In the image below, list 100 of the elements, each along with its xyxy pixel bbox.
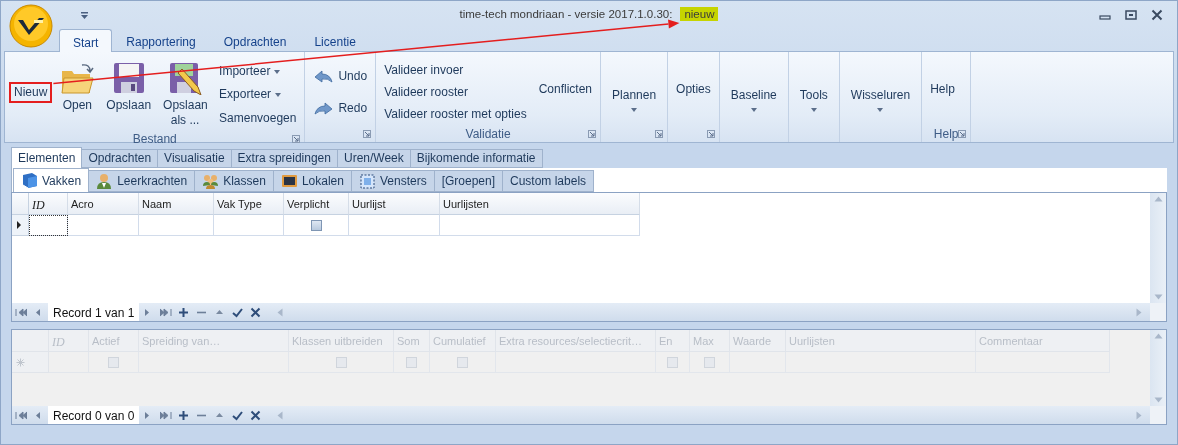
- record-counter: Record 1 van 1: [48, 303, 140, 321]
- ribbon-tab[interactable]: Opdrachten: [209, 29, 301, 51]
- tab[interactable]: Vensters: [351, 170, 435, 192]
- caret-icon: [275, 93, 282, 97]
- data-grid[interactable]: ID Acro Naam Vak Type Verplicht Uurlijst Uurlijsten Record 1 van 1: [11, 192, 1167, 322]
- close-icon[interactable]: [1151, 9, 1163, 21]
- table-cell[interactable]: [139, 215, 214, 236]
- last-icon[interactable]: [160, 306, 173, 318]
- dropdown-button[interactable]: Wisseluren: [843, 54, 918, 125]
- ribbon-button[interactable]: Nieuw: [9, 81, 53, 103]
- tab[interactable]: Custom labels: [503, 170, 595, 192]
- column-header[interactable]: Naam: [139, 193, 214, 215]
- ribbon-button[interactable]: Valideer invoer: [380, 61, 531, 81]
- first-icon[interactable]: [15, 306, 27, 318]
- highlighted-text: nieuw: [680, 7, 719, 21]
- dropdown-button[interactable]: Baseline: [723, 54, 784, 125]
- tab[interactable]: Leerkrachten: [89, 170, 196, 192]
- last-icon[interactable]: [160, 409, 173, 421]
- table-cell[interactable]: [284, 215, 349, 236]
- floppy-pencil-icon: [168, 61, 203, 95]
- checkbox[interactable]: [310, 219, 322, 231]
- check-icon[interactable]: [232, 409, 245, 421]
- table-cell[interactable]: [68, 215, 139, 236]
- logo-icon[interactable]: [9, 4, 53, 48]
- book-icon: [21, 172, 38, 189]
- ribbon-tab[interactable]: Rapportering: [112, 29, 210, 51]
- ribbon-button[interactable]: Valideer rooster met opties: [380, 104, 531, 124]
- ribbon-button[interactable]: Samenvoegen: [215, 108, 301, 128]
- first-icon[interactable]: [15, 409, 27, 421]
- tab[interactable]: Lokalen: [273, 170, 352, 192]
- person-icon: [96, 172, 114, 190]
- check-icon[interactable]: [232, 306, 245, 318]
- launcher-icon[interactable]: [588, 130, 597, 138]
- ribbon-tab[interactable]: Start: [59, 29, 113, 52]
- dropdown-button[interactable]: Tools: [792, 54, 835, 125]
- add-icon[interactable]: [178, 409, 191, 421]
- restore-icon[interactable]: [1125, 9, 1137, 21]
- caret-icon: [877, 107, 884, 112]
- corner-cell: [12, 193, 29, 215]
- scroll-down-icon[interactable]: [1153, 294, 1163, 300]
- tab[interactable]: Visualisatie: [158, 149, 232, 168]
- floppy-icon: [111, 61, 146, 95]
- launcher-icon[interactable]: [655, 130, 664, 138]
- add-icon[interactable]: [178, 306, 191, 318]
- table-cell[interactable]: [29, 215, 68, 236]
- window-title: time-tech mondriaan - versie 2017.1.0.30:: [459, 8, 673, 20]
- ribbon-button[interactable]: Opties: [672, 80, 715, 99]
- launcher-icon[interactable]: [706, 130, 715, 138]
- ribbon-button[interactable]: Redo: [309, 99, 372, 119]
- column-header[interactable]: ID: [29, 193, 68, 215]
- ribbon-button[interactable]: Opslaan als ...: [159, 54, 212, 130]
- tab[interactable]: Opdrachten: [82, 149, 159, 168]
- redo-icon: [313, 102, 335, 116]
- people-icon: [202, 172, 220, 190]
- tab[interactable]: Uren/Week: [337, 149, 411, 168]
- ribbon-button[interactable]: Undo: [309, 66, 372, 86]
- dropdown-icon[interactable]: [80, 10, 89, 20]
- launcher-icon[interactable]: [958, 130, 967, 138]
- caret-icon: [750, 107, 757, 112]
- group-label: Help: [933, 125, 959, 143]
- ribbon-button[interactable]: Valideer rooster: [380, 83, 531, 102]
- column-header[interactable]: Uurlijsten: [440, 193, 640, 215]
- tab[interactable]: Extra spreidingen: [231, 149, 338, 168]
- undo-icon: [313, 69, 335, 83]
- folder-icon: [60, 61, 95, 95]
- caret-icon: [274, 69, 281, 74]
- tab[interactable]: Vakken: [13, 168, 90, 192]
- tab[interactable]: Elementen: [11, 147, 83, 168]
- tab[interactable]: Bijkomende informatie: [410, 149, 543, 168]
- group-label: Validatie: [465, 125, 511, 143]
- table-cell[interactable]: [349, 215, 440, 236]
- column-header[interactable]: Acro: [68, 193, 139, 215]
- ribbon-button[interactable]: Open: [56, 54, 99, 115]
- column-header[interactable]: Verplicht: [284, 193, 349, 215]
- row-header[interactable]: [12, 215, 29, 236]
- ribbon-tab[interactable]: Licentie: [300, 29, 370, 51]
- ribbon-button[interactable]: Help: [926, 80, 959, 99]
- launcher-icon[interactable]: [292, 135, 301, 143]
- launcher-icon[interactable]: [363, 130, 372, 138]
- menu-button[interactable]: Importeer: [215, 62, 301, 82]
- group-label: Bestand: [132, 130, 177, 148]
- cancel-icon[interactable]: [250, 306, 263, 318]
- cancel-icon[interactable]: [250, 409, 263, 421]
- scrollbar[interactable]: [1150, 193, 1166, 303]
- caret-icon: [631, 107, 638, 112]
- table-cell[interactable]: [214, 215, 284, 236]
- scrollbar-corner: [1150, 303, 1166, 321]
- monitor-icon: [280, 172, 298, 190]
- tab[interactable]: Klassen: [195, 170, 274, 192]
- dropdown-button[interactable]: Plannen: [605, 54, 664, 125]
- ribbon-button[interactable]: Conflicten: [534, 80, 597, 99]
- caret-icon: [810, 107, 817, 112]
- scroll-up-icon[interactable]: [1153, 196, 1163, 202]
- tab[interactable]: [Groepen]: [434, 170, 503, 192]
- menu-button[interactable]: Exporteer: [215, 85, 301, 105]
- table-cell[interactable]: [440, 215, 640, 236]
- column-header[interactable]: Vak Type: [214, 193, 284, 215]
- record-counter: Record 0 van 0: [48, 406, 140, 424]
- ribbon-button[interactable]: Opslaan: [102, 54, 156, 115]
- column-header[interactable]: Uurlijst: [349, 193, 440, 215]
